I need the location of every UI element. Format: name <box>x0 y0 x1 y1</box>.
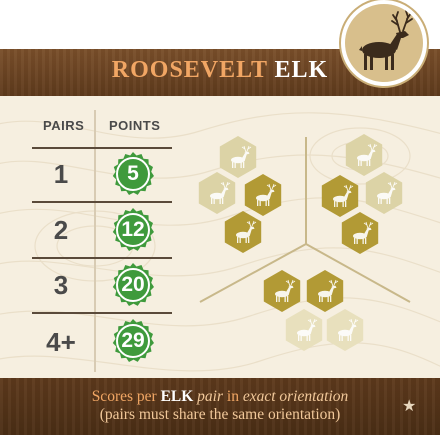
hex-tile-elk <box>321 175 359 217</box>
hex-tile-elk <box>224 211 262 253</box>
hex-cluster-right <box>321 134 403 254</box>
hex-tile-faded <box>285 309 323 351</box>
elk-icon <box>359 10 413 70</box>
hex-tile-faded <box>345 134 383 176</box>
hex-tile-elk <box>306 270 344 312</box>
hex-tile-faded <box>326 309 364 351</box>
hex-cluster-left <box>198 136 282 253</box>
hex-tile-elk <box>341 212 379 254</box>
scoring-card: ROOSEVELT ELK PAIRS POINTS 1 2 3 4+ 5 12… <box>0 0 440 435</box>
elk-badge <box>341 0 427 86</box>
hex-tile-faded <box>365 172 403 214</box>
hex-tile-faded <box>198 172 236 214</box>
hex-cluster-bottom <box>263 270 364 351</box>
hex-tile-elk <box>263 270 301 312</box>
hex-tile-faded <box>219 136 257 178</box>
hex-tile-elk <box>244 174 282 216</box>
